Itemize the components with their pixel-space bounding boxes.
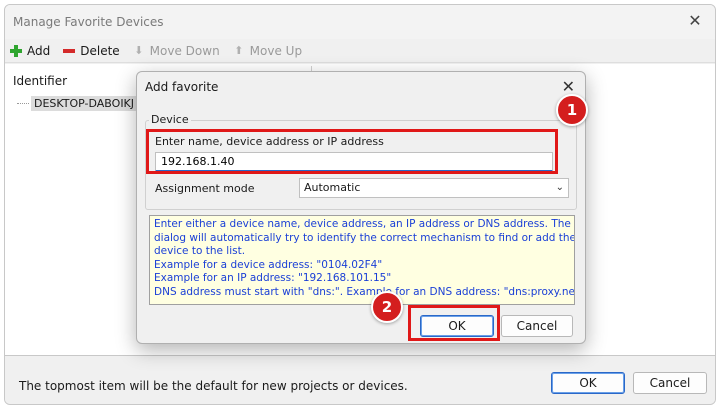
info-line: dialog will automatically try to identif…	[154, 231, 575, 244]
info-line: Enter either a device name, device addre…	[154, 218, 571, 230]
main-footer: The topmost item will be the default for…	[5, 357, 715, 404]
main-titlebar: Manage Favorite Devices ✕	[5, 5, 715, 39]
toolbar: Add Delete ⬇ Move Down ⬆ Move Up	[5, 39, 715, 63]
add-button[interactable]: Add	[9, 44, 50, 58]
delete-button[interactable]: Delete	[62, 43, 120, 58]
highlight-box-input	[146, 129, 558, 174]
add-label: Add	[27, 43, 51, 58]
list-item[interactable]: DESKTOP-DABOIKJ	[17, 96, 138, 111]
info-line: Example for an IP address: "192.168.101.…	[154, 272, 392, 284]
close-icon[interactable]: ✕	[687, 13, 703, 29]
main-ok-button[interactable]: OK	[551, 372, 625, 394]
move-up-label: Move Up	[249, 43, 303, 58]
move-up-button[interactable]: ⬆ Move Up	[232, 44, 302, 58]
info-box: Enter either a device name, device addre…	[149, 215, 575, 305]
step-badge-1: 1	[556, 94, 588, 126]
column-header-identifier[interactable]: Identifier	[13, 74, 67, 88]
info-line: Example for a device address: "0104.02F4…	[154, 258, 383, 271]
arrow-down-icon: ⬇	[134, 43, 144, 57]
move-down-button[interactable]: ⬇ Move Down	[132, 44, 220, 58]
highlight-box-ok	[408, 305, 500, 341]
dialog-cancel-button[interactable]: Cancel	[501, 315, 573, 337]
move-down-label: Move Down	[149, 43, 220, 58]
plus-icon	[9, 44, 23, 58]
info-line: DNS address must start with "dns:". Exam…	[154, 285, 575, 298]
device-group-label: Device	[149, 113, 191, 126]
info-line: device to the list.	[154, 245, 246, 257]
delete-label: Delete	[80, 43, 120, 58]
footer-hint: The topmost item will be the default for…	[19, 379, 408, 393]
assignment-mode-value: Automatic	[304, 181, 361, 194]
tree-connector	[17, 103, 29, 104]
assignment-mode-select[interactable]: Automatic ⌄	[299, 178, 569, 198]
chevron-down-icon: ⌄	[555, 182, 564, 193]
main-cancel-button[interactable]: Cancel	[633, 372, 707, 394]
assignment-mode-label: Assignment mode	[155, 182, 255, 195]
add-favorite-dialog: Add favorite ✕ Device Enter name, device…	[136, 71, 586, 344]
dialog-title: Add favorite	[145, 80, 219, 94]
arrow-up-icon: ⬆	[234, 43, 244, 57]
list-item-label: DESKTOP-DABOIKJ	[31, 96, 138, 111]
window-title: Manage Favorite Devices	[13, 15, 164, 29]
minus-icon	[62, 44, 76, 58]
step-badge-2: 2	[371, 291, 403, 323]
